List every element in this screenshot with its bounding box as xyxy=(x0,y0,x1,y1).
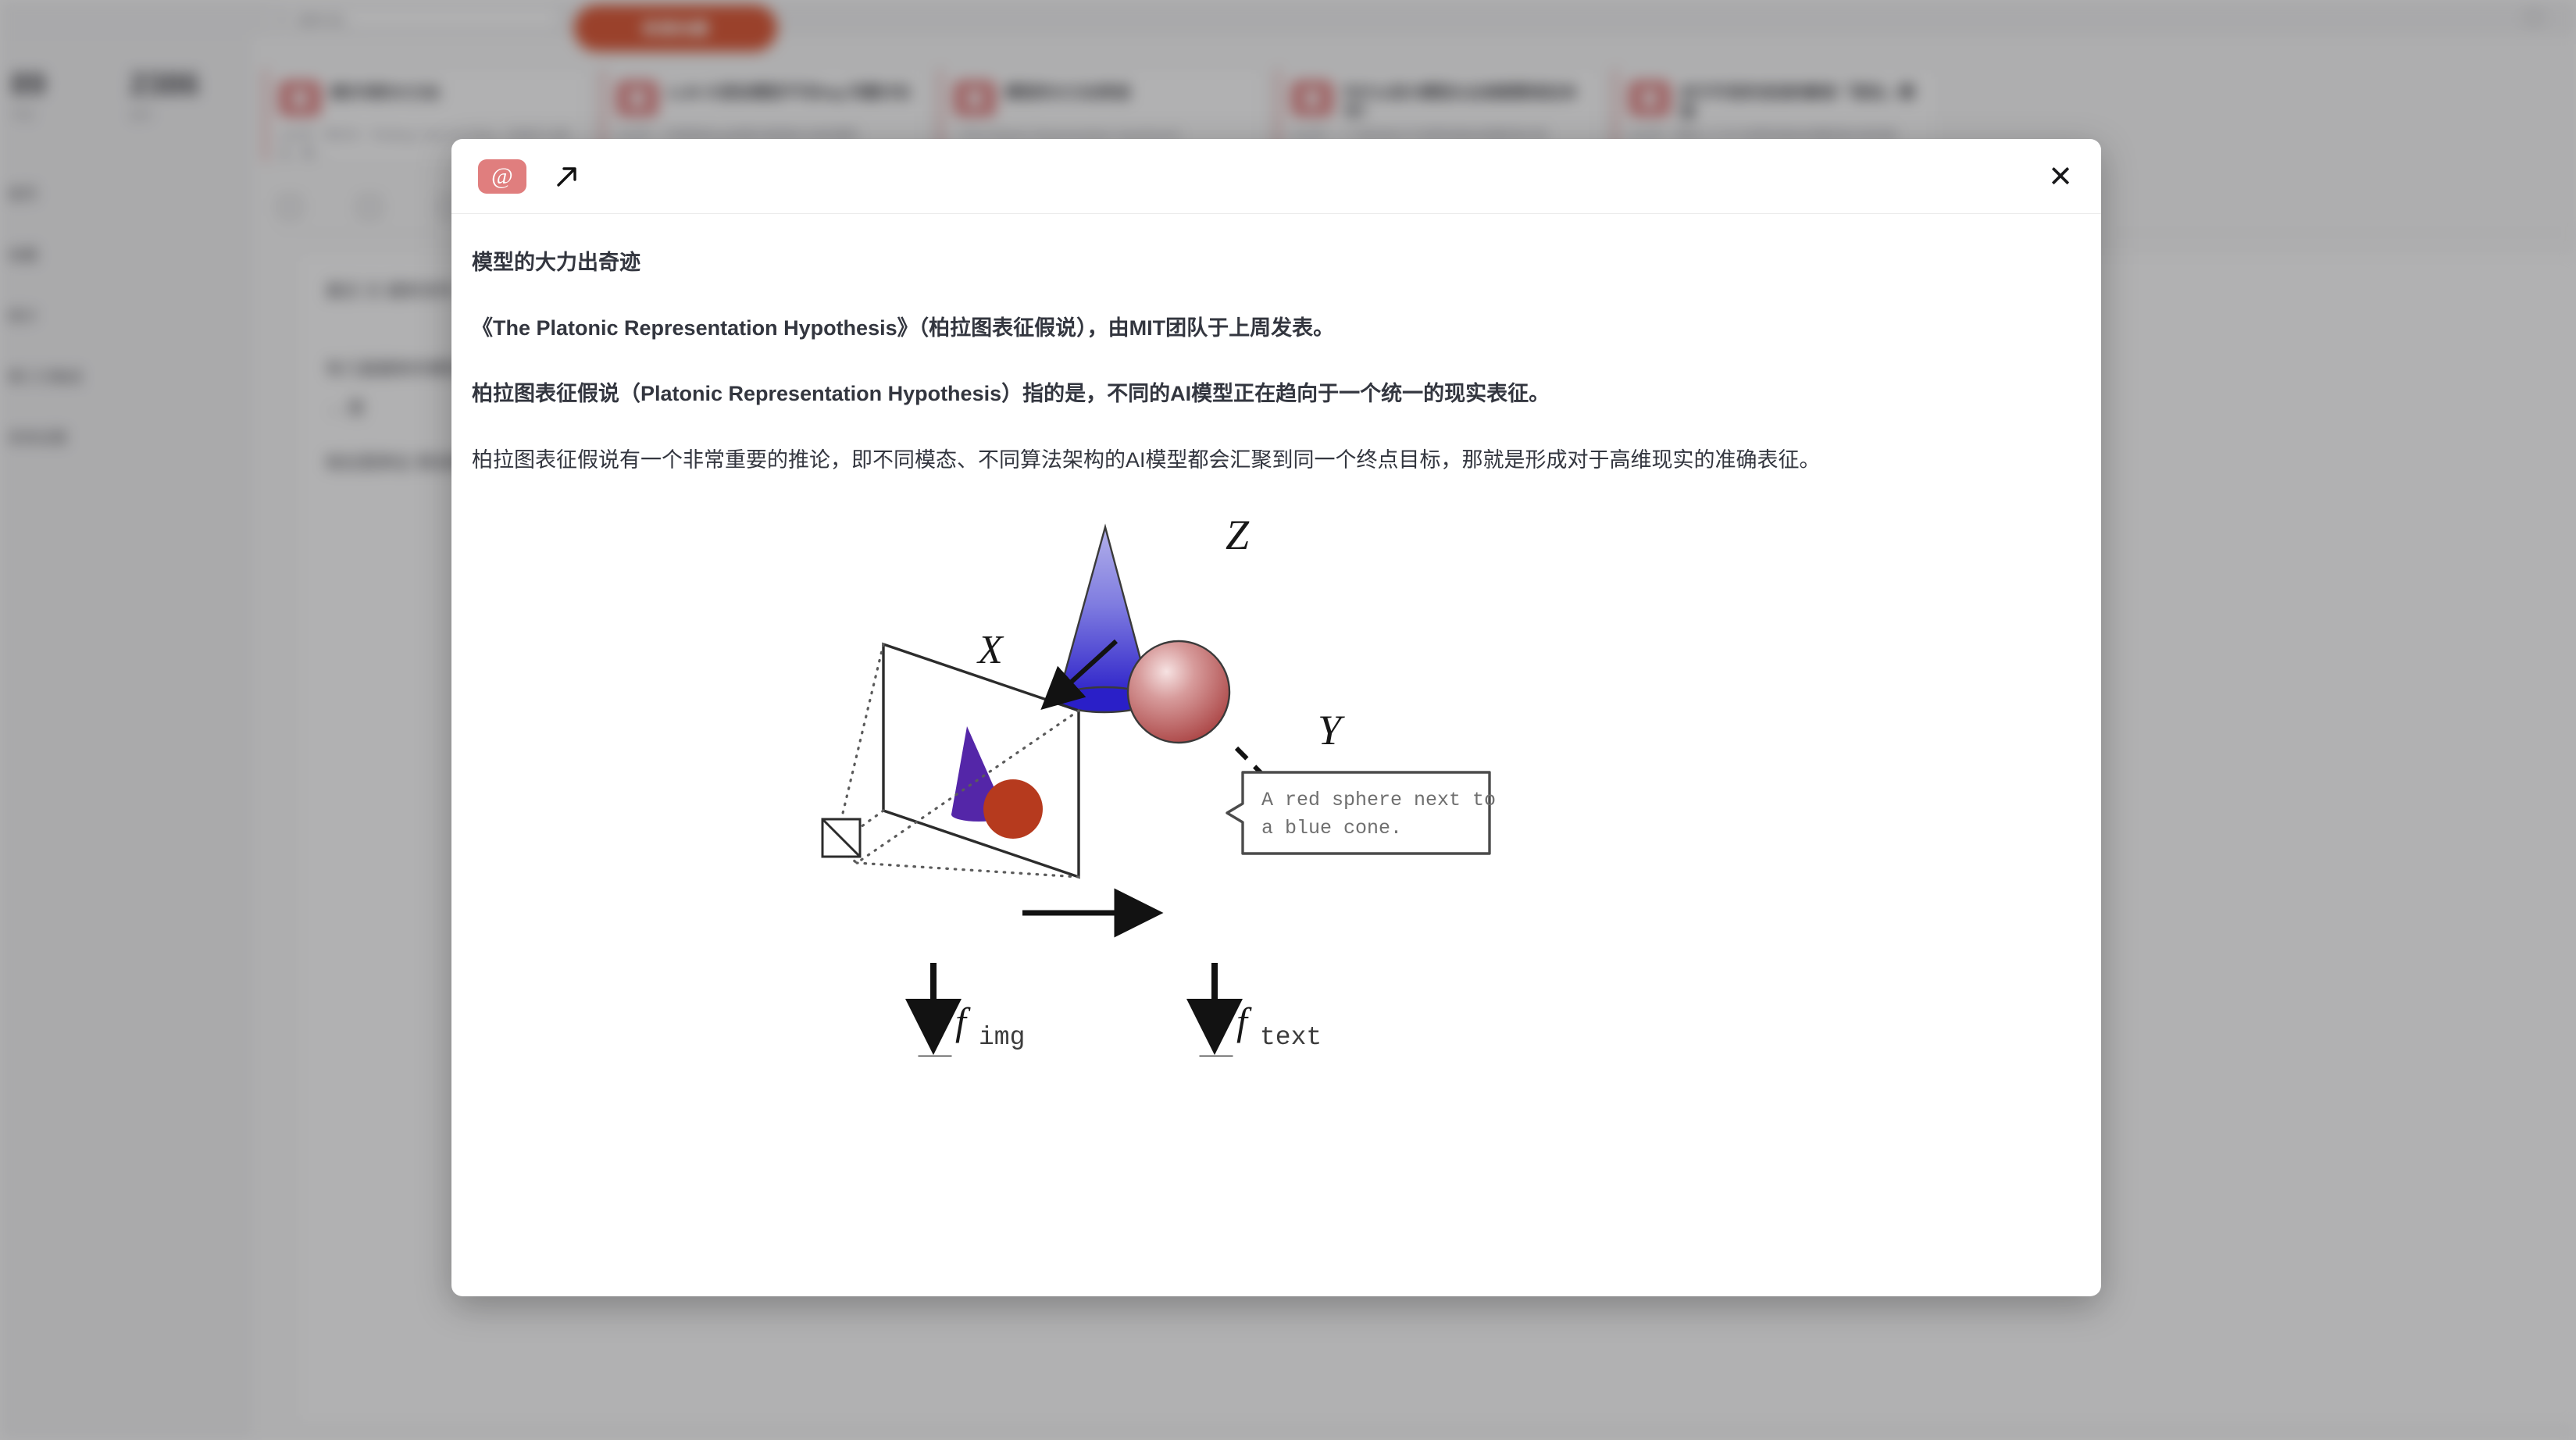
text-modality-y-group: Y A red sphere next to a blue cone. xyxy=(1226,707,1496,855)
platonic-representation-diagram: Z X Y A red sphere next to a blue cone. … xyxy=(821,511,1496,1057)
close-icon[interactable]: ✕ xyxy=(2043,159,2078,194)
label-f-text-subscript: text xyxy=(1260,1023,1322,1052)
projected-sphere xyxy=(983,779,1043,839)
caption-line-2: a blue cone. xyxy=(1261,817,1402,839)
at-sign-glyph: @ xyxy=(491,162,513,189)
label-x: X xyxy=(976,628,1004,672)
caption-line-1: A red sphere next to xyxy=(1261,789,1496,811)
at-sign-badge[interactable]: @ xyxy=(478,159,526,194)
figure-container: Z X Y A red sphere next to a blue cone. … xyxy=(472,510,2081,1057)
modal-header: @ ✕ xyxy=(451,139,2101,214)
label-y: Y xyxy=(1318,707,1345,754)
article-preview-modal: @ ✕ 模型的大力出奇迹 《The Platonic Representatio… xyxy=(451,139,2101,1296)
modal-body: 模型的大力出奇迹 《The Platonic Representation Hy… xyxy=(451,214,2101,1296)
image-plane-x-group: X xyxy=(821,628,1080,879)
scene-z-group: Z xyxy=(1056,511,1250,744)
paragraph-3: 柏拉图表征假说有一个非常重要的推论，即不同模态、不同算法架构的AI模型都会汇聚到… xyxy=(472,447,1821,472)
paragraph-2: 柏拉图表征假说（Platonic Representation Hypothes… xyxy=(472,382,1550,406)
label-f-img-subscript: img xyxy=(979,1023,1025,1052)
paragraph-1: 《The Platonic Representation Hypothesis》… xyxy=(472,315,1335,340)
close-glyph: ✕ xyxy=(2048,159,2073,194)
label-f-text: f xyxy=(1236,1000,1252,1043)
external-link-icon[interactable] xyxy=(550,159,584,194)
speech-bubble xyxy=(1226,771,1491,855)
label-f-img: f xyxy=(955,1000,971,1043)
label-z: Z xyxy=(1226,511,1250,558)
scene-sphere xyxy=(1126,640,1231,744)
page-title: 模型的大力出奇迹 xyxy=(472,251,640,274)
